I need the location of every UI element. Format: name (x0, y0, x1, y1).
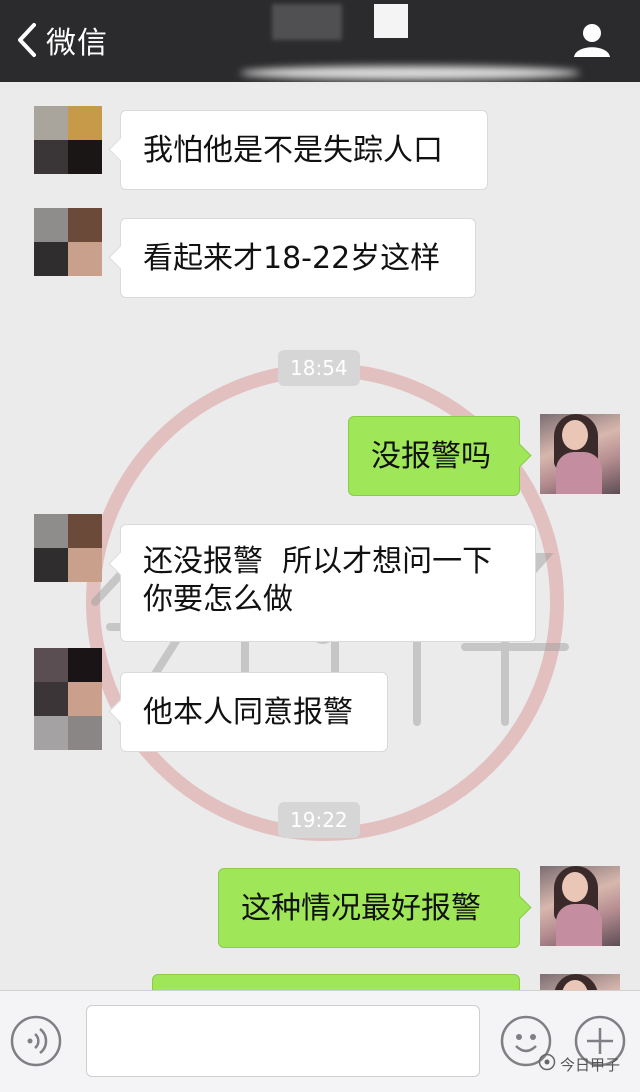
message-input[interactable] (86, 1005, 480, 1077)
wechat-official-icon (538, 1053, 560, 1075)
avatar[interactable] (34, 208, 102, 276)
self-avatar[interactable] (540, 414, 620, 494)
chat-title-redacted-block (374, 4, 408, 38)
input-bar: 今日甲子 (0, 990, 640, 1092)
self-avatar[interactable] (540, 866, 620, 946)
header-smudge (240, 66, 580, 80)
chat-title-redacted (272, 4, 342, 40)
avatar[interactable] (34, 648, 102, 750)
message-text-line: 你要怎么做 (143, 582, 293, 617)
timestamp: 18:54 (278, 350, 360, 386)
source-label: 今日甲子 (559, 1055, 620, 1074)
message-text: 没报警吗 (371, 439, 491, 474)
self-avatar[interactable] (540, 974, 620, 990)
message-bubble-self[interactable] (152, 974, 520, 990)
chevron-left-icon (16, 22, 38, 58)
voice-button[interactable] (10, 1015, 62, 1071)
message-text: 他本人同意报警 (143, 695, 353, 730)
message-bubble-self[interactable]: 这种情况最好报警 (218, 868, 520, 948)
avatar[interactable] (34, 514, 102, 582)
chat-info-button[interactable] (572, 22, 612, 62)
message-text: 我怕他是不是失踪人口 (143, 133, 443, 168)
nav-bar: 微信 (0, 0, 640, 82)
back-label: 微信 (46, 26, 108, 61)
message-bubble[interactable]: 还没报警 所以才想问一下 你要怎么做 (120, 524, 536, 642)
message-bubble[interactable]: 他本人同意报警 (120, 672, 388, 752)
message-bubble[interactable]: 我怕他是不是失踪人口 (120, 110, 488, 190)
person-icon (572, 24, 612, 62)
timestamp: 19:22 (278, 802, 360, 838)
back-button[interactable]: 微信 (16, 18, 108, 62)
source-watermark: 今日甲子 (538, 1053, 620, 1075)
message-text: 这种情况最好报警 (241, 891, 481, 926)
message-bubble[interactable]: 看起来才18-22岁这样 (120, 218, 476, 298)
message-bubble-self[interactable]: 没报警吗 (348, 416, 520, 496)
avatar[interactable] (34, 106, 102, 174)
message-text-line: 还没报警 所以才想问一下 (143, 544, 493, 579)
voice-icon (10, 1015, 62, 1071)
message-text: 看起来才18-22岁这样 (143, 241, 441, 276)
chat-area[interactable]: 我怕他是不是失踪人口 看起来才18-22岁这样 18:54 没报警吗 还没报警 … (0, 82, 640, 990)
